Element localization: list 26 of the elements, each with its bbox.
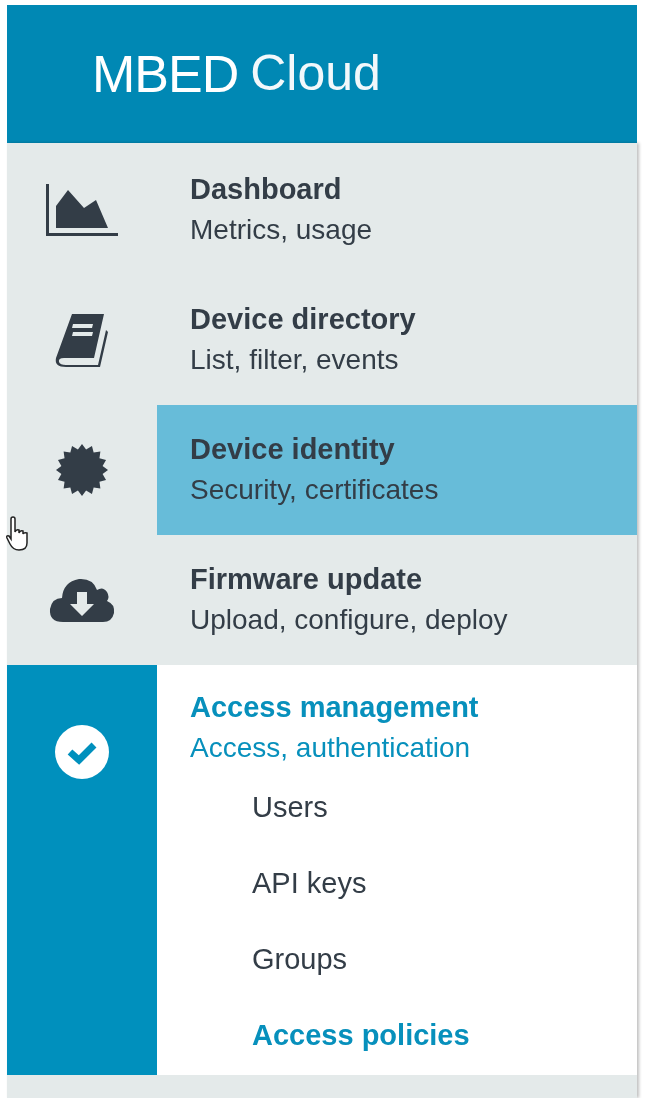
submenu-link[interactable]: Groups — [252, 939, 348, 979]
nav-subtitle: Metrics, usage — [190, 213, 374, 247]
nav-item[interactable]: Firmware update Upload, configure, deploy — [157, 535, 637, 665]
brand-suffix: Cloud — [250, 44, 381, 103]
badge-icon — [55, 443, 109, 497]
highlighted-nav-item[interactable]: Device identity Security, certificates — [157, 405, 637, 535]
nav-title[interactable]: Dashboard — [190, 169, 637, 209]
nav-subtitle: List, filter, events — [190, 343, 400, 377]
nav-title[interactable]: Access management — [190, 687, 637, 727]
submenu-link[interactable]: API keys — [252, 863, 367, 903]
nav-item[interactable]: Device directory List, filter, events — [157, 275, 637, 405]
submenu-link[interactable]: Access policies — [252, 1015, 470, 1055]
nav-title[interactable]: Device identity — [190, 429, 637, 469]
nav-item[interactable]: Dashboard Metrics, usage — [157, 145, 637, 275]
book-icon — [54, 312, 110, 368]
nav-subtitle: Security, certificates — [190, 473, 440, 507]
nav-subtitle: Access, authentication — [190, 731, 472, 765]
submenu-link[interactable]: Users — [252, 787, 328, 827]
area-chart-icon — [46, 184, 118, 236]
nav-title[interactable]: Firmware update — [190, 559, 637, 599]
cloud-download-icon — [49, 576, 115, 624]
nav-subtitle: Upload, configure, deploy — [190, 603, 509, 637]
nav-item[interactable]: Access management Access, authentication Users API keys Groups Access policies — [157, 665, 637, 1075]
brand-name: MBED — [92, 44, 239, 104]
check-circle-icon — [55, 725, 109, 779]
nav-title[interactable]: Device directory — [190, 299, 637, 339]
